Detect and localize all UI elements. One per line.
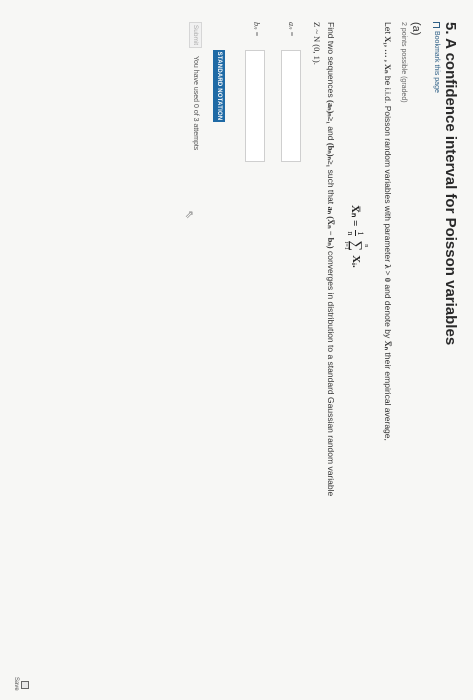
part-heading: (a) (410, 22, 422, 36)
problem-statement-line1: Let X₁, … , Xₙ be i.i.d. Poisson random … (382, 22, 393, 441)
math-mean: X̅ₙ (383, 340, 393, 351)
problem-title: 5. A confidence interval for Poisson var… (442, 22, 459, 346)
an-label: aₙ = (287, 22, 296, 37)
statement-text: and denote by (383, 284, 393, 339)
submit-button[interactable]: Submit (189, 22, 202, 48)
bookmark-label: Bookmark this page (433, 31, 440, 93)
formula-fraction: 1 n (346, 230, 366, 237)
math-variables: X₁, … , Xₙ (383, 36, 393, 74)
mouse-cursor-icon: ⇖ (183, 210, 195, 220)
statement-text: converges in distribution to a standard … (326, 251, 336, 497)
bookmark-link[interactable]: Bookmark this page (433, 22, 440, 93)
formula-lhs: X̅ₙ = (349, 205, 362, 227)
points-info: 2 points possible (graded) (400, 22, 407, 103)
formula-denominator: n (346, 231, 356, 236)
an-input[interactable] (281, 50, 301, 162)
problem-statement-line3: Z ~ N (0, 1). (312, 22, 322, 65)
statement-text: and (326, 126, 336, 141)
formula-sum: n ∑ i=1 (343, 240, 369, 251)
problem-statement-line2: Find two sequences (aₙ)ₙ≥₁ and (bₙ)ₙ≥₁ s… (325, 22, 336, 496)
statement-text: their empirical average, (383, 352, 393, 441)
sum-lower: i=1 (343, 241, 349, 250)
statement-text: Find two sequences (326, 22, 336, 98)
problem-page: 5. A confidence interval for Poisson var… (0, 0, 473, 700)
bn-input[interactable] (245, 50, 265, 162)
statement-text: such that (326, 169, 336, 205)
save-label[interactable]: Save (13, 677, 19, 691)
math-expression: aₙ (X̅ₙ − bₙ) (326, 206, 336, 249)
attempts-info: You have used 0 of 3 attempts (192, 56, 199, 151)
standard-notation-button[interactable]: STANDARD NOTATION (213, 50, 225, 122)
bn-label: bₙ = (252, 22, 261, 37)
math-seq-a: (aₙ)ₙ≥₁ (326, 99, 336, 124)
math-seq-b: (bₙ)ₙ≥₁ (326, 142, 336, 168)
empirical-average-formula: X̅ₙ = 1 n n ∑ i=1 Xᵢ. (343, 205, 369, 268)
statement-text: be i.i.d. Poisson random variables with … (383, 75, 393, 263)
formula-numerator: 1 (355, 230, 366, 237)
formula-term: Xᵢ. (350, 255, 362, 268)
save-icon[interactable] (21, 681, 29, 689)
math-parameter: λ > 0 (383, 264, 393, 282)
bookmark-icon (433, 22, 440, 28)
sigma-icon: ∑ (348, 240, 364, 252)
statement-text: Let (383, 22, 393, 34)
